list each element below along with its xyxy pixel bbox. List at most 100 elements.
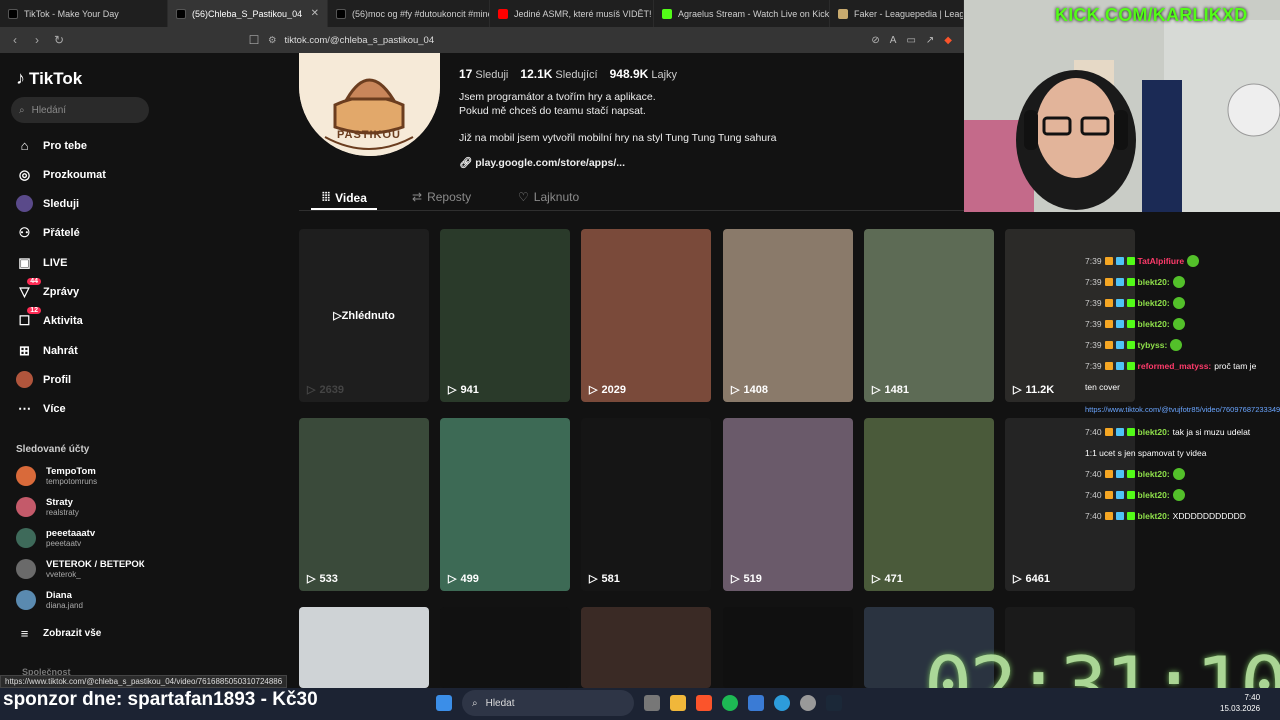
sidebar-item-profil[interactable]: Profil	[16, 371, 71, 388]
sidebar-item-pratele[interactable]: ⚇ Přátelé	[16, 224, 80, 241]
play-icon: ▷	[333, 310, 342, 322]
reload-icon[interactable]: ↻	[48, 33, 70, 47]
video-card[interactable]: ▷ 471	[864, 418, 994, 591]
chat-message: 7:39 reformed_matyss: proč tam je	[1085, 355, 1280, 376]
bio-line: Pokud mě chceš do teamu stačí napsat.	[459, 105, 646, 117]
live-icon: ▣	[18, 254, 31, 270]
sidebar-item-pro-tebe[interactable]: ⌂ Pro tebe	[16, 137, 87, 154]
view-count-value: 581	[601, 572, 620, 585]
browser-tab[interactable]: (56)moc og #fy #dutoukoncit #mine	[328, 0, 490, 27]
sidebar-item-vice[interactable]: ⋯ Více	[16, 400, 66, 417]
active-tab-indicator	[311, 208, 377, 210]
play-icon: ▷	[1013, 384, 1022, 396]
sidebar-item-label: Nahrát	[43, 344, 78, 357]
sidebar-item-label: Více	[43, 402, 66, 415]
account-name: peeetaaatv	[46, 528, 96, 539]
tab-reposts[interactable]: ⇄ Reposty	[412, 190, 471, 204]
share-icon[interactable]: ↗	[926, 35, 934, 46]
show-all-button[interactable]: ≡ Zobrazit vše	[16, 625, 102, 642]
screenshot-icon[interactable]: ▭	[906, 35, 915, 46]
video-card[interactable]: ▷ 2029	[581, 229, 711, 402]
translate-icon[interactable]: A	[890, 35, 897, 46]
address-bar[interactable]: ⚙ tiktok.com/@chleba_s_pastikou_04 ⊘ A ▭…	[268, 30, 958, 50]
profile-avatar[interactable]: PASTIKOU	[299, 53, 440, 156]
app-icon[interactable]	[748, 695, 764, 711]
tiktok-logo[interactable]: ♪ TikTok	[16, 68, 82, 89]
tab-videos[interactable]: ⦙⦙⦙ Videa	[322, 190, 367, 205]
browser-tab[interactable]: Jediné ASMR, které musíš VIDĚT! - Yo	[490, 0, 654, 27]
site-info-icon[interactable]: ⚙	[268, 35, 277, 46]
followed-account[interactable]: peeetaaatv peeetaatv	[16, 528, 95, 548]
sponsor-banner: sponzor dne: spartafan1893 - Kč30	[3, 689, 318, 710]
tab-liked[interactable]: ♡ Lajknuto	[518, 190, 579, 204]
app-icon[interactable]	[774, 695, 790, 711]
brave-browser-icon[interactable]	[696, 695, 712, 711]
back-icon[interactable]: ‹	[4, 33, 26, 47]
emote-icon	[1172, 467, 1185, 480]
video-card[interactable]: ▷ Zhlédnuto ▷ 2639	[299, 229, 429, 402]
brave-shield-icon[interactable]: ◆	[944, 35, 952, 46]
file-explorer-icon[interactable]	[670, 695, 686, 711]
followers-stat[interactable]: 12.1K Sledující	[520, 67, 597, 81]
browser-tab[interactable]: TikTok - Make Your Day	[0, 0, 168, 27]
followed-account[interactable]: TempoTom tempotomruns	[16, 466, 97, 486]
sidebar-item-prozkoumat[interactable]: ◎ Prozkoumat	[16, 166, 106, 183]
video-card[interactable]: ▷ 941	[440, 229, 570, 402]
search-input[interactable]: ⌕ Hledání	[11, 97, 149, 123]
emote-icon	[1187, 254, 1200, 267]
video-card[interactable]	[581, 607, 711, 688]
video-card[interactable]	[299, 607, 429, 688]
forward-icon[interactable]: ›	[26, 33, 48, 47]
video-card[interactable]: ▷ 1408	[723, 229, 853, 402]
list-icon: ≡	[20, 626, 29, 641]
video-card[interactable]: ▷ 519	[723, 418, 853, 591]
emote-icon	[1170, 338, 1183, 351]
chat-badge-icon	[1126, 469, 1135, 478]
sidebar-item-label: Profil	[43, 373, 72, 386]
close-tab-icon[interactable]: ✕	[311, 8, 319, 19]
followed-account[interactable]: VETEROK / ВЕТЕРОК vveterok_	[16, 559, 145, 579]
bookmark-icon[interactable]: ☐	[243, 33, 265, 47]
sidebar-item-aktivita[interactable]: ☐ 12 Aktivita	[16, 307, 83, 329]
spotify-icon[interactable]	[722, 695, 738, 711]
chat-username: blekt20:	[1137, 468, 1170, 479]
taskbar-search[interactable]: ⌕ Hledat	[462, 690, 634, 716]
chat-text: ten cover	[1085, 381, 1120, 392]
followed-account[interactable]: Straty realstraty	[16, 497, 79, 517]
sidebar-item-sleduji[interactable]: Sleduji	[16, 195, 79, 212]
account-name: Straty	[46, 497, 73, 508]
taskbar-clock[interactable]: 7:40 15.03.2026	[1220, 692, 1260, 714]
followed-account[interactable]: Diana diana.jand	[16, 590, 83, 610]
sidebar-item-nahrat[interactable]: ⊞ Nahrát	[16, 342, 78, 359]
sidebar-item-live[interactable]: ▣ LIVE	[16, 254, 67, 271]
obs-icon[interactable]	[800, 695, 816, 711]
account-handle: tempotomruns	[46, 477, 98, 486]
sidebar-item-zpravy[interactable]: ▽ 44 Zprávy	[16, 278, 79, 300]
steam-icon[interactable]	[826, 695, 842, 711]
chat-badge-icon	[1104, 340, 1113, 349]
browser-tab-active[interactable]: (56)Chleba_S_Pastikou_04 (@chl ✕	[168, 0, 328, 27]
browser-tab[interactable]: Agraelus Stream - Watch Live on Kick	[654, 0, 830, 27]
video-card[interactable]: ▷ 581	[581, 418, 711, 591]
browser-toolbar: ‹ › ↻ ☐ ⚙ tiktok.com/@chleba_s_pastikou_…	[0, 27, 964, 53]
following-stat[interactable]: 17 Sleduji	[459, 67, 508, 81]
tiktok-favicon-icon	[336, 8, 346, 19]
chat-badge-icon	[1126, 361, 1135, 370]
extension-icon[interactable]: ⊘	[871, 35, 879, 46]
chat-username: blekt20:	[1137, 489, 1170, 500]
video-card[interactable]: ▷ 1481	[864, 229, 994, 402]
browser-tab[interactable]: Faker - Leaguepedia | League of L	[830, 0, 964, 27]
task-view-icon[interactable]	[644, 695, 660, 711]
windows-start-icon[interactable]	[436, 695, 452, 711]
video-card[interactable]: ▷ 499	[440, 418, 570, 591]
video-card[interactable]	[723, 607, 853, 688]
video-card[interactable]: ▷ 533	[299, 418, 429, 591]
chat-badge-icon	[1115, 277, 1124, 286]
play-icon: ▷	[872, 573, 881, 585]
video-card[interactable]	[440, 607, 570, 688]
profile-link[interactable]: 🔗︎ play.google.com/store/apps/...	[459, 156, 625, 169]
view-count: ▷ 499	[448, 572, 479, 586]
chat-message: 7:39 blekt20:	[1085, 271, 1280, 292]
chat-badge-icon	[1126, 298, 1135, 307]
heart-icon: ♡	[518, 190, 529, 204]
